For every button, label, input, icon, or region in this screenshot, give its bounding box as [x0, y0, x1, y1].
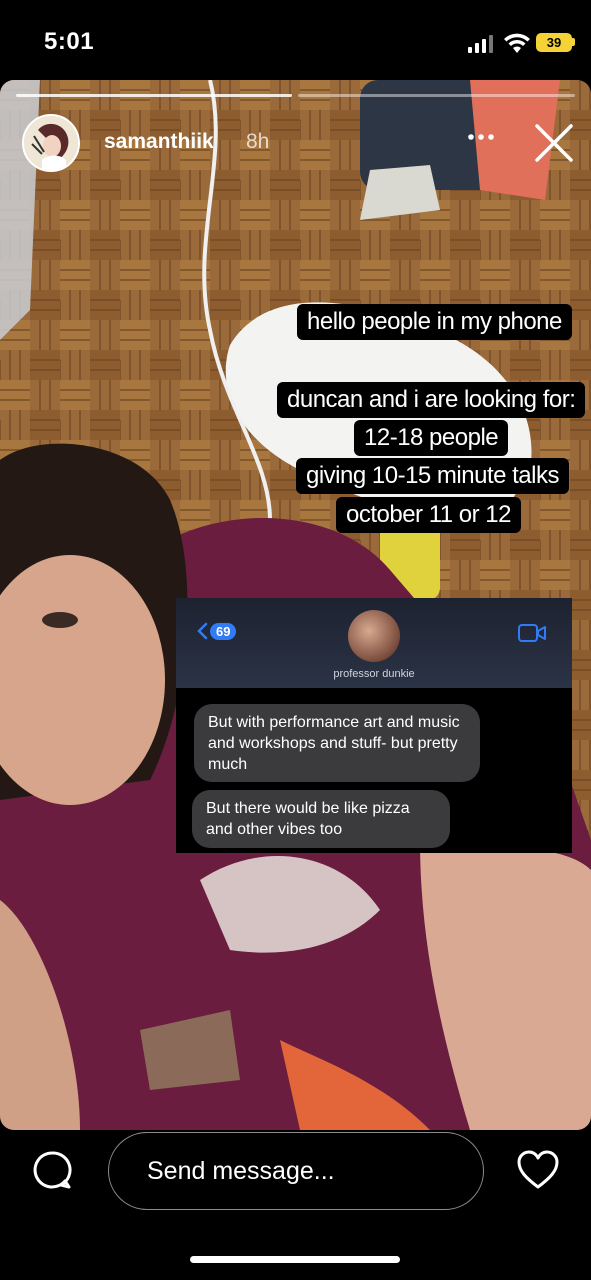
back-button: 69	[196, 622, 237, 640]
avatar[interactable]	[22, 114, 80, 172]
status-time: 5:01	[44, 28, 95, 55]
heart-icon[interactable]	[516, 1150, 560, 1190]
caption-greeting: hello people in my phone	[297, 304, 572, 340]
story-viewer[interactable]: samanthiik 8h hello people in my phone d…	[0, 80, 591, 1130]
battery-level: 39	[546, 35, 562, 50]
video-camera-icon	[518, 624, 546, 642]
unread-count-badge: 69	[210, 622, 237, 640]
send-message-input[interactable]	[108, 1132, 484, 1210]
wifi-icon	[504, 33, 530, 53]
caption-looking-for: duncan and i are looking for:	[277, 382, 586, 418]
contact-avatar	[348, 610, 400, 662]
message-screenshot: 69 professor dunkie But with performance…	[176, 598, 572, 853]
story-progress-segment-2	[298, 94, 575, 97]
close-icon[interactable]	[533, 122, 575, 164]
caption-talks: giving 10-15 minute talks	[296, 458, 569, 494]
chevron-left-icon	[197, 622, 208, 640]
story-progress-segment-1	[16, 94, 292, 97]
caption-date: october 11 or 12	[336, 497, 522, 533]
cellular-signal-icon	[468, 35, 493, 53]
contact-name: professor dunkie	[333, 668, 415, 680]
home-indicator	[190, 1256, 400, 1263]
message-header: 69 professor dunkie	[176, 598, 572, 688]
battery-indicator: 39	[536, 33, 572, 52]
avatar-illustration	[24, 116, 78, 170]
message-bubble: But with performance art and music and w…	[194, 704, 480, 782]
caption-people-count: 12-18 people	[354, 420, 509, 456]
message-bubble: But there would be like pizza and other …	[192, 790, 450, 848]
battery-tip	[572, 38, 575, 46]
more-horizontal-icon[interactable]	[466, 122, 496, 152]
story-username[interactable]: samanthiik	[104, 130, 214, 154]
status-bar: 5:01 39	[0, 0, 591, 80]
story-time-ago: 8h	[246, 130, 270, 153]
chat-bubble-icon[interactable]	[32, 1150, 72, 1190]
story-reply-bar	[0, 1130, 591, 1280]
